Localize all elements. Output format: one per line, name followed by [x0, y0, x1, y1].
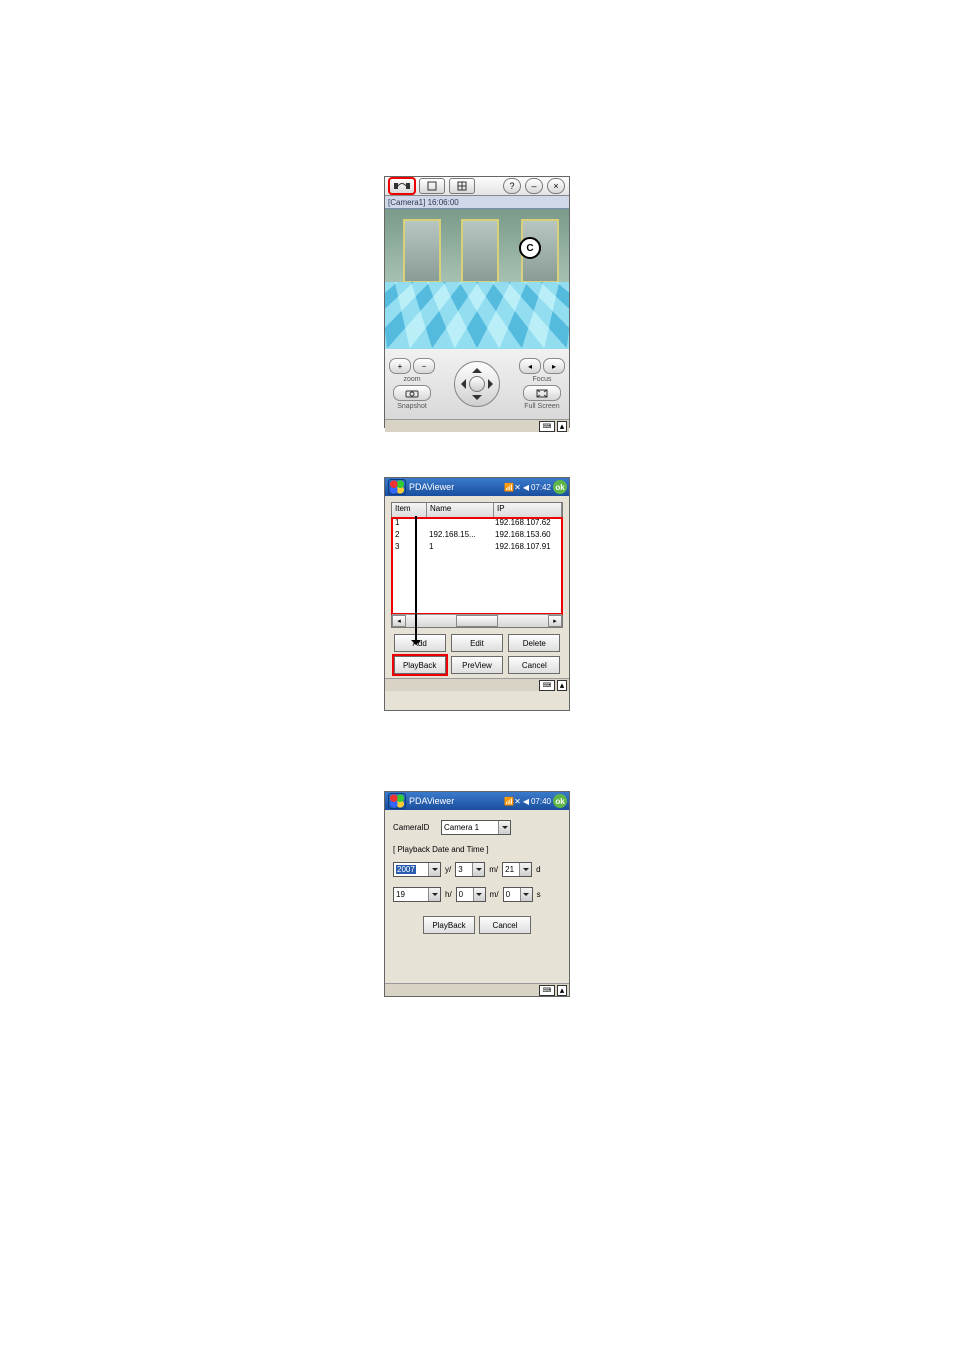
sip-bar: ⌨ ▴	[385, 983, 569, 996]
zoom-out-button[interactable]: −	[413, 358, 435, 374]
zoom-in-button[interactable]: +	[389, 358, 411, 374]
zoom-label: zoom	[403, 376, 420, 383]
title-bar: PDAViewer 📶✕ ◀ 07:40 ok	[385, 792, 569, 810]
single-view-button[interactable]	[419, 178, 445, 194]
clock: 07:42	[531, 483, 551, 492]
server-list-window: PDAViewer 📶✕ ◀ 07:42 ok Item Name IP 119…	[384, 477, 570, 711]
list-row: 2192.168.15...192.168.153.60	[392, 530, 562, 542]
help-button[interactable]: ?	[503, 178, 521, 194]
connect-icon[interactable]	[389, 178, 415, 194]
sip-up-icon[interactable]: ▴	[557, 421, 567, 432]
app-title: PDAViewer	[409, 796, 504, 806]
camera-label: [Camera1] 16:06:00	[388, 198, 459, 207]
playback-button[interactable]: PlayBack	[394, 656, 446, 674]
snapshot-label: Snapshot	[397, 403, 427, 410]
fullscreen-button[interactable]	[523, 385, 561, 401]
sip-up-icon[interactable]: ▴	[557, 985, 567, 996]
ok-button[interactable]: ok	[553, 480, 567, 494]
header-name[interactable]: Name	[427, 503, 494, 517]
signal-icon[interactable]: 📶✕	[504, 797, 521, 806]
app-title: PDAViewer	[409, 482, 504, 492]
group-header: [ Playback Date and Time ]	[393, 845, 561, 854]
close-button[interactable]: ×	[547, 178, 565, 194]
camera-id-label: CameraID	[393, 823, 437, 832]
header-item[interactable]: Item	[392, 503, 427, 517]
keyboard-icon[interactable]: ⌨	[539, 421, 555, 432]
list-rows[interactable]: 1192.168.107.62 2192.168.15...192.168.15…	[392, 518, 562, 614]
keyboard-icon[interactable]: ⌨	[539, 985, 555, 996]
preview-button[interactable]: PreView	[451, 656, 503, 674]
sip-up-icon[interactable]: ▴	[557, 680, 567, 691]
quad-view-button[interactable]	[449, 178, 475, 194]
minute-select[interactable]: 0	[456, 887, 486, 902]
snapshot-button[interactable]	[393, 385, 431, 401]
title-bar: PDAViewer 📶✕ ◀ 07:42 ok	[385, 478, 569, 496]
list-row: 1192.168.107.62	[392, 518, 562, 530]
windows-flag-icon[interactable]	[388, 793, 406, 809]
playback-button[interactable]: PlayBack	[423, 916, 475, 934]
keyboard-icon[interactable]: ⌨	[539, 680, 555, 691]
scroll-right-icon[interactable]: ▸	[548, 615, 562, 627]
hour-select[interactable]: 19	[393, 887, 441, 902]
clock: 07:40	[531, 797, 551, 806]
focus-far-button[interactable]: ▸	[543, 358, 565, 374]
delete-button[interactable]: Delete	[508, 634, 560, 652]
video-area[interactable]: C	[385, 209, 569, 349]
list-row: 31192.168.107.91	[392, 542, 562, 554]
callout-arrow-head	[411, 640, 421, 650]
scroll-left-icon[interactable]: ◂	[392, 615, 406, 627]
scroll-thumb[interactable]	[456, 615, 498, 627]
camera-select[interactable]: Camera 1	[441, 820, 511, 835]
sip-bar: ⌨ ▴	[385, 678, 569, 691]
list-header: Item Name IP	[392, 503, 562, 518]
second-select[interactable]: 0	[503, 887, 533, 902]
volume-icon[interactable]: ◀	[523, 797, 529, 806]
callout-arrow	[415, 516, 417, 642]
focus-near-button[interactable]: ◂	[519, 358, 541, 374]
edit-button[interactable]: Edit	[451, 634, 503, 652]
windows-flag-icon[interactable]	[388, 479, 406, 495]
focus-label: Focus	[532, 376, 551, 383]
header-ip[interactable]: IP	[494, 503, 562, 517]
fullscreen-label: Full Screen	[524, 403, 559, 410]
ptz-controls: + − zoom Snapshot ◂ ▸ Focus	[385, 349, 569, 419]
day-select[interactable]: 21	[502, 862, 532, 877]
overlay-marker: C	[519, 237, 541, 259]
playback-dialog-window: PDAViewer 📶✕ ◀ 07:40 ok CameraID Camera …	[384, 791, 570, 997]
h-scrollbar[interactable]: ◂ ▸	[392, 614, 562, 627]
cancel-button[interactable]: Cancel	[479, 916, 531, 934]
sip-bar: ⌨ ▴	[385, 419, 569, 432]
cancel-button[interactable]: Cancel	[508, 656, 560, 674]
camera-title-bar: [Camera1] 16:06:00	[385, 196, 569, 209]
year-select[interactable]: 2007	[393, 862, 441, 877]
viewer-toolbar: ? – ×	[385, 177, 569, 196]
signal-icon[interactable]: 📶✕	[504, 483, 521, 492]
dpad[interactable]	[454, 361, 500, 407]
month-select[interactable]: 3	[455, 862, 485, 877]
viewer-window: ? – × [Camera1] 16:06:00 C + − zoom	[384, 176, 570, 428]
volume-icon[interactable]: ◀	[523, 483, 529, 492]
minimize-button[interactable]: –	[525, 178, 543, 194]
ok-button[interactable]: ok	[553, 794, 567, 808]
